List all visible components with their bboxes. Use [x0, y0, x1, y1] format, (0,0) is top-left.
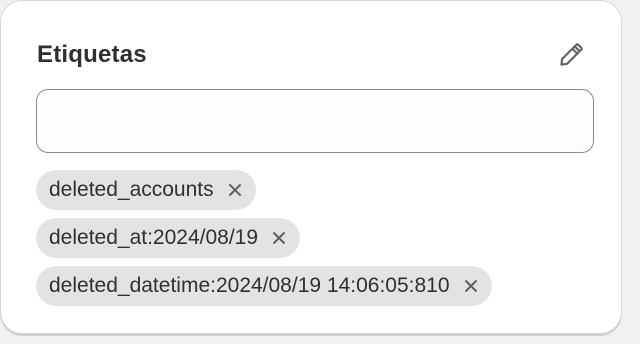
- pencil-icon: [560, 43, 583, 66]
- tag-chip: deleted_datetime:2024/08/19 14:06:05:810: [36, 266, 492, 306]
- remove-tag-button[interactable]: [460, 275, 482, 297]
- card-header: Etiquetas: [37, 37, 585, 73]
- remove-tag-button[interactable]: [224, 179, 246, 201]
- tag-label: deleted_datetime:2024/08/19 14:06:05:810: [49, 274, 450, 297]
- card-title: Etiquetas: [37, 41, 147, 68]
- close-icon: [464, 280, 477, 292]
- tag-label: deleted_at:2024/08/19: [49, 226, 259, 249]
- close-icon: [228, 184, 241, 196]
- tags-card: Etiquetas deleted_accounts deleted_at:20…: [0, 0, 622, 334]
- tag-input[interactable]: [36, 89, 594, 153]
- tag-chip: deleted_at:2024/08/19: [36, 218, 301, 258]
- tag-label: deleted_accounts: [49, 178, 214, 201]
- remove-tag-button[interactable]: [268, 227, 290, 249]
- edit-tags-button[interactable]: [555, 39, 587, 71]
- close-icon: [273, 232, 286, 244]
- tag-list: deleted_accounts deleted_at:2024/08/19 d…: [36, 170, 492, 306]
- tag-chip: deleted_accounts: [36, 170, 256, 210]
